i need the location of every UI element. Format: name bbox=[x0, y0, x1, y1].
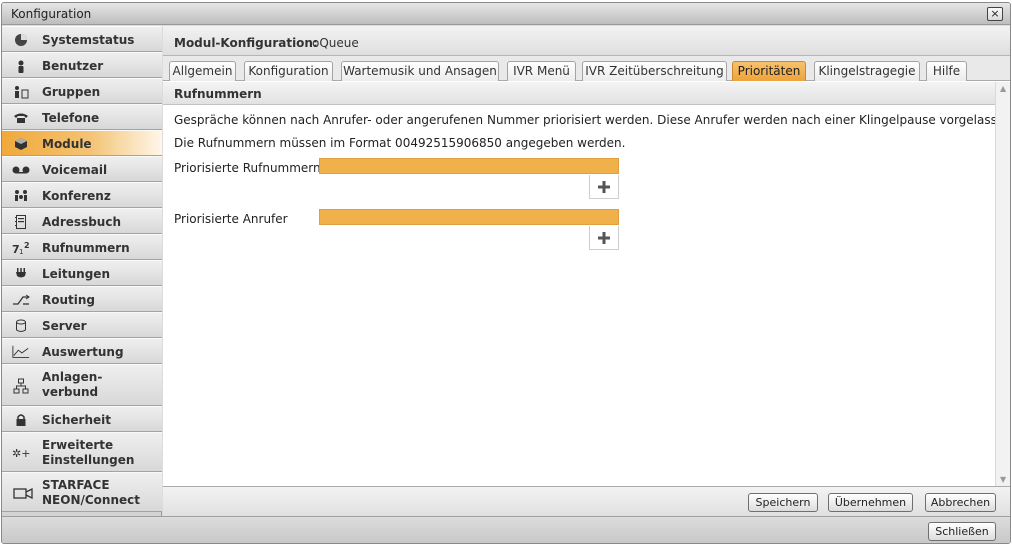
sidebar-item-voicemail[interactable]: Voicemail bbox=[2, 156, 162, 182]
sidebar-item-label: Routing bbox=[42, 293, 96, 307]
window-title: Konfiguration bbox=[11, 7, 92, 21]
user-icon bbox=[12, 57, 30, 75]
close-button[interactable]: Schließen bbox=[928, 522, 996, 541]
sidebar-item-starface-neon-connect[interactable]: STARFACE NEON/Connect bbox=[2, 472, 162, 512]
cube-icon bbox=[12, 135, 30, 153]
sidebar-item-label: Voicemail bbox=[42, 163, 108, 177]
camera-icon bbox=[12, 484, 34, 502]
plus-icon bbox=[598, 231, 610, 244]
server-icon bbox=[12, 317, 30, 335]
section-title: Rufnummern bbox=[174, 87, 262, 101]
sidebar-item-label: Module bbox=[42, 137, 92, 151]
vertical-scrollbar[interactable]: ▲ ▼ bbox=[995, 82, 1010, 486]
tab-ivr-menu[interactable]: IVR Menü bbox=[507, 61, 576, 81]
sidebar-item-label: Server bbox=[42, 319, 87, 333]
tab-bar: Allgemein Konfiguration Wartemusik und A… bbox=[163, 56, 1010, 81]
tab-wartemusik-und-ansagen[interactable]: Wartemusik und Ansagen bbox=[341, 61, 499, 81]
priorisierte-anrufer-label: Priorisierte Anrufer bbox=[174, 212, 288, 226]
sidebar-item-gruppen[interactable]: Gruppen bbox=[2, 78, 162, 104]
addressbook-icon bbox=[12, 213, 30, 231]
add-anrufer-button[interactable] bbox=[589, 226, 619, 250]
section-content: Gespräche können nach Anrufer- oder ange… bbox=[163, 106, 1010, 486]
sidebar-item-label: Auswertung bbox=[42, 345, 124, 359]
sidebar-item-label: Gruppen bbox=[42, 85, 101, 99]
add-rufnummer-button[interactable] bbox=[589, 175, 619, 199]
sidebar-item-label: Systemstatus bbox=[42, 33, 135, 47]
main-panel: Modul-Konfiguration: oQueue Allgemein Ko… bbox=[163, 26, 1010, 516]
cancel-button[interactable]: Abbrechen bbox=[925, 493, 996, 512]
sidebar-item-label: Sicherheit bbox=[42, 413, 111, 427]
stats-icon bbox=[12, 343, 30, 361]
sidebar-item-label: Leitungen bbox=[42, 267, 110, 281]
close-window-button[interactable]: × bbox=[987, 7, 1003, 21]
sidebar-item-rufnummern[interactable]: 712 Rufnummern bbox=[2, 234, 162, 260]
sidebar-item-telefone[interactable]: Telefone bbox=[2, 104, 162, 130]
tab-hilfe[interactable]: Hilfe bbox=[926, 61, 967, 81]
sidebar-item-leitungen[interactable]: Leitungen bbox=[2, 260, 162, 286]
sidebar-item-label: Telefone bbox=[42, 111, 100, 125]
sidebar-item-label: Rufnummern bbox=[42, 241, 130, 255]
format-hint-text: Die Rufnummern müssen im Format 00492515… bbox=[174, 136, 626, 150]
tab-ivr-zeitueberschreitung[interactable]: IVR Zeitüberschreitung bbox=[582, 61, 727, 81]
sidebar-item-label-line2: Einstellungen bbox=[42, 453, 135, 467]
settings-icon: ✲+ bbox=[12, 444, 34, 462]
network-icon bbox=[12, 377, 30, 395]
sidebar-item-module[interactable]: Module bbox=[2, 130, 162, 156]
lock-icon bbox=[12, 411, 30, 429]
tab-prioritaeten[interactable]: Prioritäten bbox=[732, 61, 806, 81]
module-name: oQueue bbox=[312, 36, 359, 50]
conference-icon bbox=[12, 187, 30, 205]
numbers-icon: 712 bbox=[12, 239, 30, 257]
routing-icon bbox=[12, 291, 30, 309]
action-footer: Speichern Übernehmen Abbrechen bbox=[163, 486, 1010, 516]
sidebar-item-label-line2: verbund bbox=[42, 385, 99, 399]
sidebar-item-server[interactable]: Server bbox=[2, 312, 162, 338]
title-bar: Konfiguration × bbox=[2, 3, 1010, 25]
sidebar: Systemstatus Benutzer Gruppen Telefone M… bbox=[2, 26, 162, 516]
sidebar-item-label: Benutzer bbox=[42, 59, 104, 73]
module-config-header: Modul-Konfiguration: oQueue bbox=[163, 26, 1010, 56]
priorisierte-rufnummern-label: Priorisierte Rufnummern bbox=[174, 161, 321, 175]
sidebar-item-label: Adressbuch bbox=[42, 215, 122, 229]
sidebar-item-systemstatus[interactable]: Systemstatus bbox=[2, 26, 162, 52]
description-text: Gespräche können nach Anrufer- oder ange… bbox=[174, 113, 1011, 127]
sidebar-item-label-line2: NEON/Connect bbox=[42, 493, 140, 507]
sidebar-item-routing[interactable]: Routing bbox=[2, 286, 162, 312]
priorisierte-rufnummern-list[interactable] bbox=[319, 158, 619, 174]
sidebar-item-benutzer[interactable]: Benutzer bbox=[2, 52, 162, 78]
phone-icon bbox=[12, 109, 30, 127]
scroll-down-icon[interactable]: ▼ bbox=[1000, 475, 1006, 484]
sidebar-item-anlagenverbund[interactable]: Anlagen- verbund bbox=[2, 364, 162, 406]
sidebar-item-erweiterte-einstellungen[interactable]: ✲+ Erweiterte Einstellungen bbox=[2, 432, 162, 472]
sidebar-item-sicherheit[interactable]: Sicherheit bbox=[2, 406, 162, 432]
sidebar-item-auswertung[interactable]: Auswertung bbox=[2, 338, 162, 364]
svg-text:✲+: ✲+ bbox=[12, 447, 30, 460]
sidebar-item-label: Erweiterte bbox=[42, 438, 114, 452]
sidebar-item-label: Konferenz bbox=[42, 189, 111, 203]
configuration-window: Konfiguration × Systemstatus Benutzer Gr… bbox=[1, 2, 1011, 544]
scroll-up-icon[interactable]: ▲ bbox=[1000, 84, 1006, 93]
sidebar-item-label: STARFACE bbox=[42, 478, 110, 492]
svg-text:1: 1 bbox=[19, 248, 23, 255]
plug-icon bbox=[12, 265, 30, 283]
apply-button[interactable]: Übernehmen bbox=[828, 493, 913, 512]
voicemail-icon bbox=[12, 161, 30, 179]
users-icon bbox=[12, 83, 30, 101]
sidebar-item-adressbuch[interactable]: Adressbuch bbox=[2, 208, 162, 234]
svg-text:2: 2 bbox=[24, 241, 30, 250]
priorisierte-anrufer-list[interactable] bbox=[319, 209, 619, 225]
window-bottom-bar: Schließen bbox=[2, 516, 1010, 543]
plus-icon bbox=[598, 180, 610, 193]
section-header: Rufnummern bbox=[163, 82, 995, 105]
page-title: Modul-Konfiguration: bbox=[174, 36, 318, 50]
sidebar-item-label: Anlagen- bbox=[42, 370, 103, 384]
save-button[interactable]: Speichern bbox=[748, 493, 818, 512]
tab-konfiguration[interactable]: Konfiguration bbox=[244, 61, 333, 81]
tab-allgemein[interactable]: Allgemein bbox=[169, 61, 236, 81]
tab-klingelstragegie[interactable]: Klingelstragegie bbox=[814, 61, 920, 81]
pie-chart-icon bbox=[12, 31, 30, 49]
sidebar-item-konferenz[interactable]: Konferenz bbox=[2, 182, 162, 208]
